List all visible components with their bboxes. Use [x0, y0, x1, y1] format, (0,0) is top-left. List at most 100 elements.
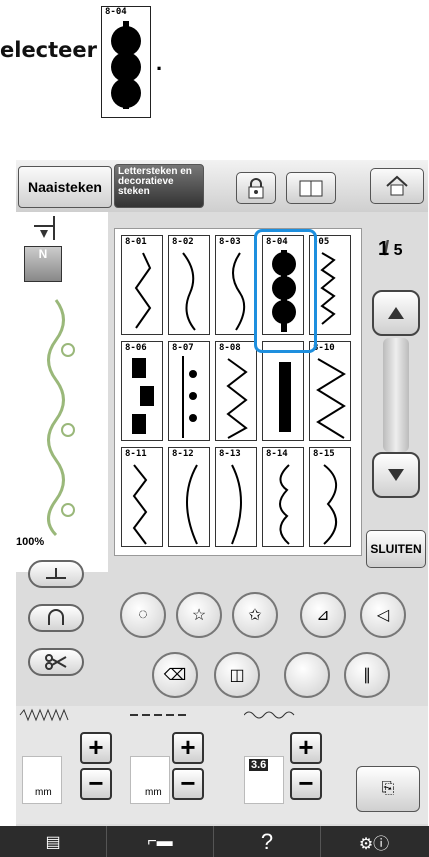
stitch-cell-8-11[interactable]: 8-11 [121, 447, 163, 547]
width-unit: mm [35, 787, 52, 798]
wave-stitch-icon [182, 252, 196, 331]
page-indicator: 1 / 5 [378, 238, 403, 260]
stitch-cell-8-06[interactable]: 8-06 [121, 341, 163, 441]
stitch-cell-8-12[interactable]: 8-12 [168, 447, 210, 547]
width-plus-button[interactable]: + [80, 732, 112, 764]
curve-thin-stitch-icon [231, 464, 242, 545]
instruction-dot: . [156, 50, 163, 75]
book-icon[interactable] [286, 172, 336, 204]
wave-s-stitch-icon [232, 252, 246, 331]
mirror-horizontal-icon: ◁ [376, 607, 390, 624]
lock-icon[interactable] [236, 172, 276, 204]
preview-label: 8-04 [105, 7, 127, 17]
length-stitch-icon [130, 714, 190, 716]
delete-button[interactable]: ⌫ [152, 652, 198, 698]
width-stitch-icon [19, 708, 69, 722]
foot-label: N [38, 247, 48, 261]
close-button[interactable]: SLUITEN [366, 530, 426, 568]
stitch-number: 8-13 [219, 449, 241, 459]
sewing-machine-button[interactable]: ⌐▬ [107, 826, 214, 857]
stitch-cell-8-03[interactable]: 8-03 [215, 235, 257, 335]
document-icon: ▤ [45, 833, 61, 851]
stitch-number: 8-07 [172, 343, 194, 353]
elongate-icon: ☆ [191, 607, 207, 624]
tension-value: 3.6 [249, 759, 269, 771]
repeat-icon [48, 609, 64, 625]
footer-bar: ▤ ⌐▬ ? ⚙ⓘ [0, 826, 429, 857]
stitch-number: 8-15 [313, 449, 335, 459]
stitch-cell-8-01[interactable]: 8-01 [121, 235, 163, 335]
stitch-cell-8-13[interactable]: 8-13 [215, 447, 257, 547]
stitch-cell-8-02[interactable]: 8-02 [168, 235, 210, 335]
help-icon: ? [260, 828, 274, 854]
stitch-cell-8-08[interactable]: 8-08 [215, 341, 257, 441]
zoom-level: 100% [16, 536, 45, 548]
stitch-cell-8-15[interactable]: 8-15 [309, 447, 351, 547]
zigzag-wave-stitch-icon [134, 252, 152, 329]
stitch-cell-8-07[interactable]: 8-07 [168, 341, 210, 441]
blocks-stitch-icon [132, 358, 154, 434]
page-total: 5 [393, 242, 403, 259]
document-button[interactable]: ▤ [0, 826, 107, 857]
length-value-box: mm [130, 756, 170, 804]
thread-tension-button[interactable]: ◌ [120, 592, 166, 638]
tension-minus-button[interactable]: − [290, 768, 322, 800]
thread-icon: ◌ [138, 606, 148, 623]
stitch-cell-8-09[interactable] [262, 341, 304, 441]
dot-zigzag-stitch-icon [132, 464, 148, 545]
zigzag-wide-stitch-icon [316, 358, 346, 439]
scissors-icon [45, 654, 67, 670]
thread-cut-button[interactable] [28, 648, 84, 676]
density-icon: ✩ [248, 607, 262, 624]
curve-big-stitch-icon [323, 464, 337, 545]
sewing-machine-icon: ⌐▬ [147, 832, 173, 850]
stitch-number: 8-08 [219, 343, 241, 353]
mirror-vertical-icon: ⊿ [316, 607, 330, 624]
bar-stitch-icon [279, 362, 291, 432]
tab-decorative-stitches[interactable]: Lettersteken en decoratieve steken [114, 164, 204, 208]
stitch-number: 8-01 [125, 237, 147, 247]
memory-button[interactable]: ⎘ [356, 766, 420, 812]
elongation-button[interactable]: ☆ [176, 592, 222, 638]
zigzag-stitch-icon [226, 358, 248, 439]
repeat-button[interactable] [28, 604, 84, 632]
mirror-horizontal-button[interactable]: ◁ [360, 592, 406, 638]
size-button[interactable]: ◫ [214, 652, 260, 698]
width-value-box: mm [22, 756, 62, 804]
reverse-button[interactable] [28, 560, 84, 588]
scroll-up-button[interactable] [372, 290, 420, 336]
instruction-text: electeer [0, 38, 98, 62]
length-plus-button[interactable]: + [172, 732, 204, 764]
home-icon[interactable] [370, 168, 424, 204]
settings-icon: ⚙ⓘ [358, 835, 390, 853]
length-minus-button[interactable]: − [172, 768, 204, 800]
needle-position-icon [34, 216, 55, 240]
stitch-preview-image [47, 299, 75, 537]
stitch-cell-8-10[interactable]: 8-10 [309, 341, 351, 441]
stitch-number: 8-06 [125, 343, 147, 353]
scallop-dots-stitch-icon [279, 464, 290, 545]
stitch-cell-8-14[interactable]: 8-14 [262, 447, 304, 547]
scroll-control [372, 290, 422, 498]
settings-button[interactable]: ⚙ⓘ [321, 826, 427, 857]
memory-icon: ⎘ [381, 780, 395, 797]
scroll-down-button[interactable] [372, 452, 420, 498]
help-button[interactable]: ? [214, 826, 321, 857]
stitch-number: 8-02 [172, 237, 194, 247]
presser-foot-icon: N [24, 246, 62, 282]
reverse-icon [46, 568, 66, 579]
stitch-number: 8-12 [172, 449, 194, 459]
width-minus-button[interactable]: − [80, 768, 112, 800]
curve-stitch-icon [186, 464, 198, 545]
twin-needle-button[interactable]: ∥ [344, 652, 390, 698]
size-icon: ◫ [229, 667, 245, 684]
tab-utility-stitches[interactable]: Naaisteken [18, 166, 112, 208]
density-button[interactable]: ✩ [232, 592, 278, 638]
tension-stitch-icon [244, 711, 295, 719]
tension-plus-button[interactable]: + [290, 732, 322, 764]
mirror-vertical-button[interactable]: ⊿ [300, 592, 346, 638]
stitch-number: 8-14 [266, 449, 288, 459]
dots-stitch-icon [111, 21, 141, 109]
scroll-track[interactable] [383, 338, 409, 452]
eraser-icon: ⌫ [163, 667, 187, 684]
